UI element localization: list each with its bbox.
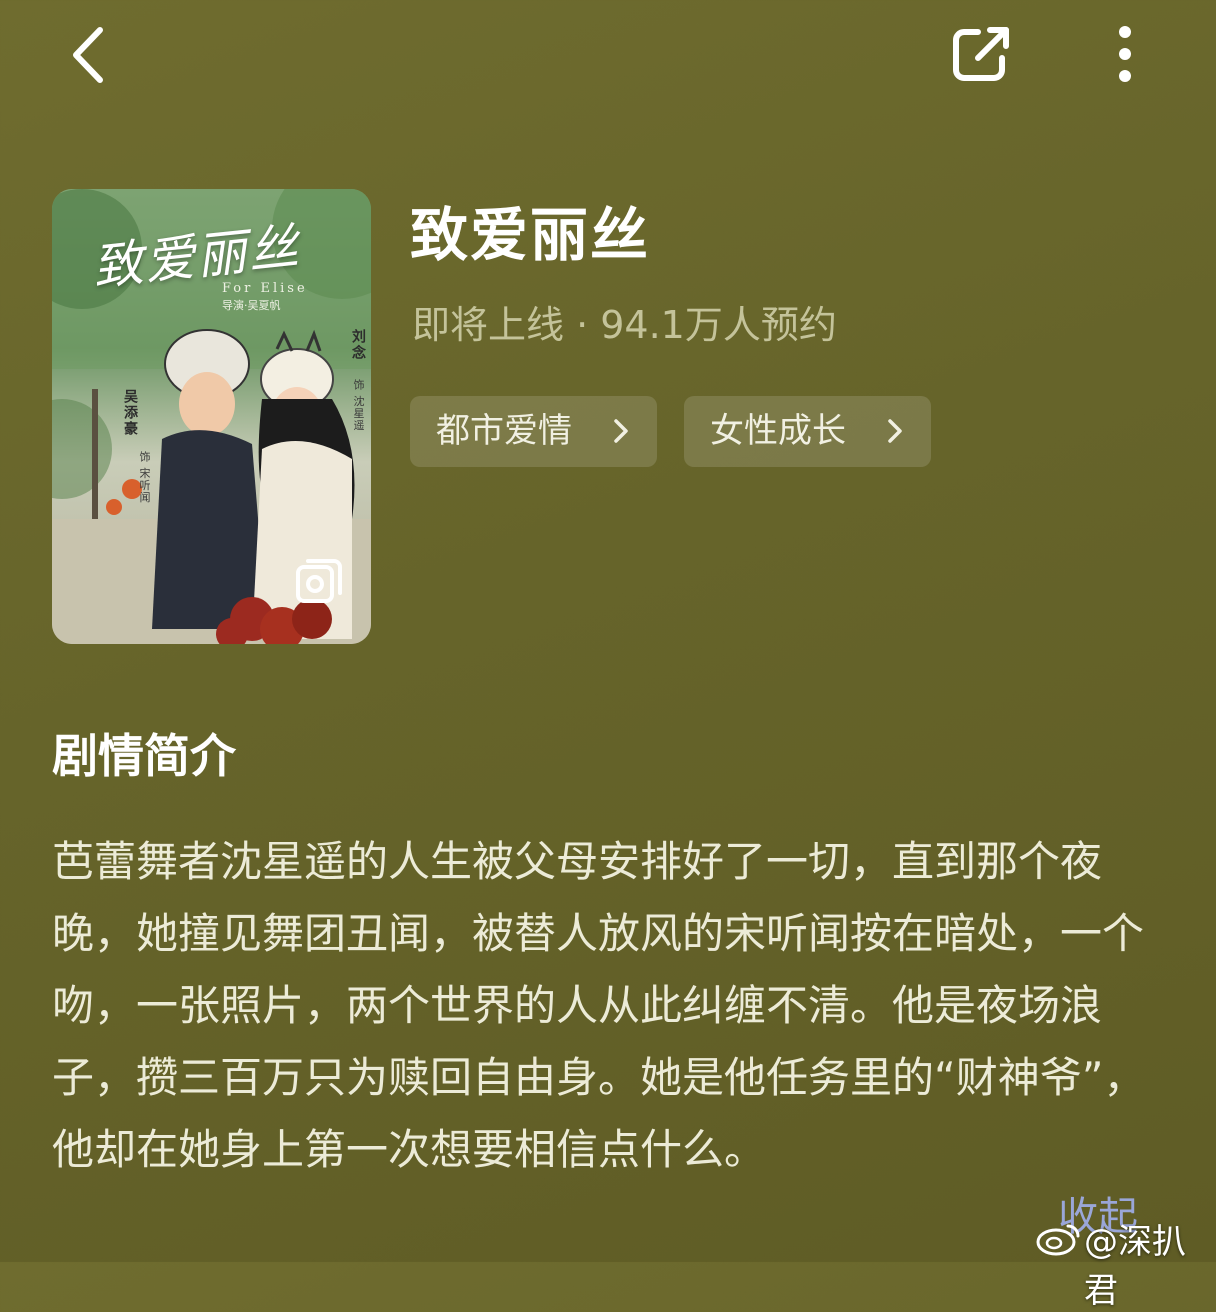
tag-urban-romance[interactable]: 都市爱情: [410, 396, 657, 467]
poster-role-right: 饰 沈星遥: [352, 379, 365, 432]
show-status: 即将上线 · 94.1万人预约: [412, 303, 837, 347]
poster-image[interactable]: 致爱丽丝 For Elise 导演·吴夏帆 吴添豪 饰 宋听闻 刘念 饰 沈星遥: [52, 189, 371, 644]
more-vertical-icon[interactable]: [1100, 20, 1150, 90]
poster-subtitle-art: For Elise: [222, 281, 308, 296]
tag-female-growth[interactable]: 女性成长: [684, 396, 931, 467]
share-external-icon[interactable]: [948, 22, 1018, 88]
show-title: 致爱丽丝: [410, 201, 651, 269]
chevron-right-icon: [614, 419, 628, 443]
gallery-icon[interactable]: [292, 555, 346, 609]
top-navigation-bar: [0, 0, 1216, 110]
tag-label: 都市爱情: [436, 411, 572, 451]
poster-actor-left: 吴添豪: [122, 389, 138, 437]
synopsis-heading: 剧情简介: [52, 729, 236, 783]
chevron-right-icon: [888, 419, 902, 443]
watermark-text: @深扒君: [1084, 1222, 1186, 1311]
chevron-left-icon[interactable]: [60, 20, 120, 90]
weibo-icon: [1036, 1220, 1082, 1256]
poster-director-credit: 导演·吴夏帆: [222, 299, 281, 312]
tag-label: 女性成长: [710, 411, 846, 451]
synopsis-text: 芭蕾舞者沈星遥的人生被父母安排好了一切，直到那个夜晚，她撞见舞团丑闻，被替人放风…: [52, 837, 1146, 1174]
poster-actor-right: 刘念: [350, 329, 366, 361]
poster-role-left: 饰 宋听闻: [138, 451, 151, 504]
